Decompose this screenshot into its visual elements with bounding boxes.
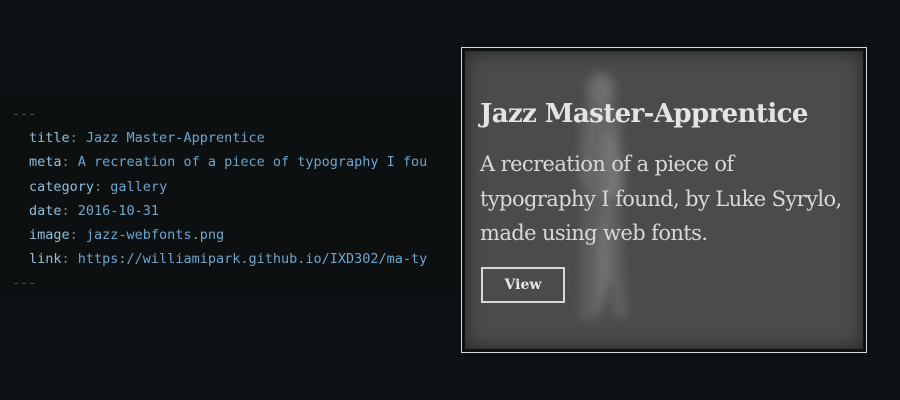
frontmatter-open-delimiter: --- (12, 106, 37, 122)
frontmatter-field-meta: meta: A recreation of a piece of typogra… (29, 154, 428, 171)
field-value: jazz-webfonts.png (85, 226, 225, 243)
field-value: 2016-10-31 (77, 202, 160, 219)
frontmatter-field-date: date: 2016-10-31 (29, 202, 160, 219)
field-value: Jazz Master-Apprentice (85, 130, 265, 147)
frontmatter-field-link: link: https://williamipark.github.io/IXD… (29, 251, 428, 268)
card-preview: Jazz Master-Apprentice A recreation of a… (465, 51, 863, 349)
gallery-card: Jazz Master-Apprentice A recreation of a… (461, 47, 867, 353)
field-value: gallery (110, 178, 168, 195)
field-key: meta (29, 154, 62, 171)
view-button[interactable]: View (481, 267, 565, 303)
field-key: image (29, 226, 70, 243)
field-key: date (29, 202, 62, 219)
frontmatter-close-delimiter: --- (12, 275, 37, 292)
field-key: link (29, 251, 62, 268)
field-key: title (29, 130, 70, 147)
frontmatter-field-category: category: gallery (29, 178, 168, 195)
field-key: category (29, 178, 95, 195)
field-value: A recreation of a piece of typography I … (77, 154, 428, 171)
card-description: A recreation of a piece of typography I … (480, 152, 842, 245)
frontmatter-field-title: title: Jazz Master-Apprentice (29, 130, 265, 147)
frontmatter-code-block: --- title: Jazz Master-Apprentice meta: … (0, 100, 480, 296)
frontmatter-field-image: image: jazz-webfonts.png (29, 226, 225, 243)
field-value: https://williamipark.github.io/IXD302/ma… (77, 251, 428, 268)
card-title: Jazz Master-Apprentice (480, 99, 808, 129)
